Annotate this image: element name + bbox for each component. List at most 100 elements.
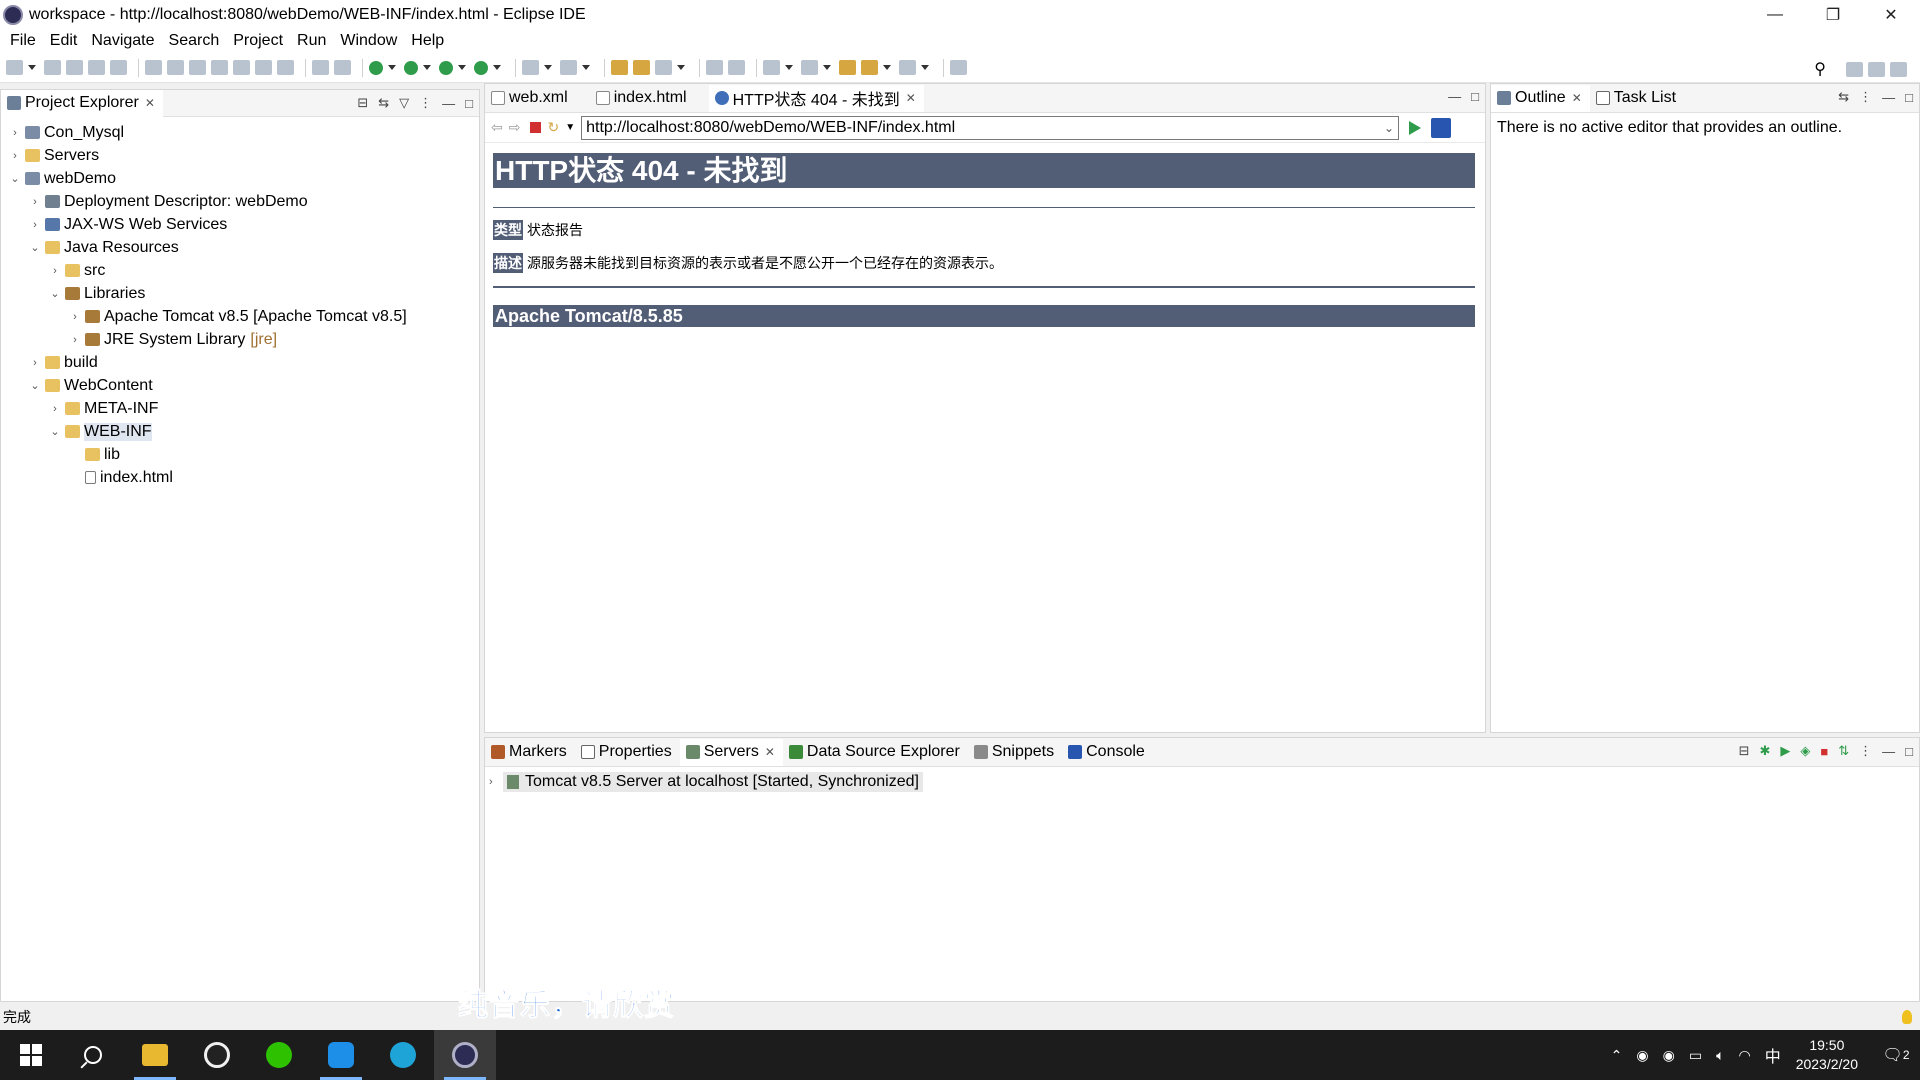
forward-icon[interactable]: ⇨ (509, 119, 521, 136)
url-input[interactable]: http://localhost:8080/webDemo/WEB-INF/in… (581, 115, 1400, 140)
close-button[interactable]: ✕ (1862, 0, 1920, 29)
chevron-down-icon[interactable] (582, 64, 590, 71)
chevron-right-icon[interactable]: › (27, 219, 43, 231)
tab-properties[interactable]: Properties (575, 739, 680, 766)
tab-console[interactable]: Console (1062, 739, 1153, 766)
chevron-right-icon[interactable]: › (47, 265, 63, 277)
lightbulb-icon[interactable] (1902, 1010, 1912, 1024)
chevron-down-icon[interactable] (921, 64, 929, 71)
taskbar-edge[interactable] (372, 1030, 434, 1080)
tree-item-webdemo[interactable]: ⌄ webDemo (1, 167, 479, 190)
menu-file[interactable]: File (3, 32, 43, 50)
taskbar-wechat[interactable] (248, 1030, 310, 1080)
close-icon[interactable]: ✕ (1572, 91, 1582, 105)
new-server-icon[interactable] (522, 60, 539, 75)
save-all-icon[interactable] (66, 60, 83, 75)
chevron-right-icon[interactable]: › (7, 150, 23, 162)
tree-item-jre-library[interactable]: › JRE System Library [jre] (1, 328, 479, 351)
search-button[interactable] (62, 1030, 124, 1080)
chevron-up-icon[interactable]: ⌃ (1611, 1047, 1623, 1064)
chevron-right-icon[interactable]: › (27, 196, 43, 208)
stop-server-icon[interactable]: ■ (1820, 744, 1828, 759)
minimize-view-icon[interactable]: — (1882, 90, 1895, 105)
open-project-icon[interactable] (633, 60, 650, 75)
tree-item-jaxws[interactable]: › JAX-WS Web Services (1, 213, 479, 236)
maximize-view-icon[interactable]: □ (1471, 89, 1479, 104)
clock[interactable]: 19:50 2023/2/20 (1796, 1036, 1858, 1074)
close-icon[interactable]: ✕ (906, 91, 916, 105)
chevron-down-icon[interactable]: ⌄ (47, 287, 63, 300)
suspend-icon[interactable] (167, 60, 184, 75)
refresh-icon[interactable]: ↻ (547, 119, 559, 136)
external-browser-icon[interactable] (1431, 117, 1452, 138)
collapse-all-icon[interactable]: ⊟ (1739, 743, 1750, 759)
open-type-icon[interactable] (312, 60, 329, 75)
external-tools-icon[interactable] (474, 60, 488, 75)
chevron-right-icon[interactable]: › (7, 127, 23, 139)
view-menu-icon[interactable]: ⋮ (419, 95, 432, 111)
collapse-all-icon[interactable]: ⊟ (357, 95, 368, 111)
chevron-right-icon[interactable]: › (47, 403, 63, 415)
step-over-icon[interactable] (255, 60, 272, 75)
maximize-view-icon[interactable]: □ (1905, 90, 1913, 105)
terminal-icon[interactable] (88, 60, 105, 75)
close-icon[interactable]: ✕ (145, 96, 155, 110)
step-into-icon[interactable] (233, 60, 250, 75)
minimize-view-icon[interactable]: — (442, 96, 455, 111)
chevron-down-icon[interactable] (823, 64, 831, 71)
prev-annotation-icon[interactable] (801, 60, 818, 75)
new-icon[interactable] (6, 60, 23, 75)
chevron-down-icon[interactable]: ⌄ (7, 172, 23, 185)
menu-window[interactable]: Window (333, 32, 404, 50)
forward-icon[interactable] (899, 60, 916, 75)
tree-item-index-html[interactable]: index.html (1, 466, 479, 489)
chevron-down-icon[interactable] (493, 64, 501, 71)
tree-item-apache-tomcat[interactable]: › Apache Tomcat v8.5 [Apache Tomcat v8.5… (1, 305, 479, 328)
terminate-icon[interactable] (189, 60, 206, 75)
taskbar-kugou[interactable] (310, 1030, 372, 1080)
search-tools-icon[interactable] (655, 60, 672, 75)
chevron-right-icon[interactable]: › (27, 357, 43, 369)
volume-icon[interactable]: 🔈︎ (1716, 1047, 1724, 1064)
link-editor-icon[interactable]: ⇆ (378, 95, 389, 111)
stop-icon[interactable] (530, 122, 542, 133)
save-icon[interactable] (44, 60, 61, 75)
resume-icon[interactable] (145, 60, 162, 75)
chevron-down-icon[interactable] (423, 64, 431, 71)
debug-server-icon[interactable]: ✱ (1759, 743, 1770, 759)
ime-indicator[interactable]: 中 (1765, 1043, 1781, 1067)
start-server-icon[interactable]: ▶ (1780, 743, 1790, 759)
last-edit-icon[interactable] (839, 60, 856, 75)
tab-task-list[interactable]: Task List (1590, 85, 1684, 112)
step-return-icon[interactable] (277, 60, 294, 75)
go-icon[interactable] (1409, 120, 1422, 135)
skip-breakpoints-icon[interactable] (110, 60, 127, 75)
run-icon[interactable] (404, 60, 418, 75)
maximize-view-icon[interactable]: □ (1905, 744, 1913, 759)
minimize-view-icon[interactable]: — (1882, 744, 1895, 759)
menu-run[interactable]: Run (290, 32, 333, 50)
pin-editor-icon[interactable] (950, 60, 967, 75)
chevron-down-icon[interactable]: ⌄ (47, 425, 63, 438)
tab-data-source-explorer[interactable]: Data Source Explorer (783, 739, 968, 766)
server-item-tomcat[interactable]: › Tomcat v8.5 Server at localhost [Start… (485, 770, 1919, 793)
start-button[interactable] (0, 1030, 62, 1080)
menu-navigate[interactable]: Navigate (84, 32, 161, 50)
coverage-icon[interactable] (439, 60, 453, 75)
minimize-button[interactable]: — (1746, 0, 1804, 29)
chevron-down-icon[interactable] (458, 64, 466, 71)
tab-web-xml[interactable]: web.xml (485, 85, 576, 112)
chevron-down-icon[interactable]: ▼ (565, 122, 575, 133)
open-perspective-icon[interactable] (1846, 61, 1863, 77)
tab-outline[interactable]: Outline ✕ (1491, 84, 1590, 112)
tree-item-con-mysql[interactable]: › Con_Mysql (1, 121, 479, 144)
restore-button[interactable]: ❐ (1804, 0, 1862, 29)
debug-icon[interactable] (369, 60, 383, 75)
wifi-icon[interactable]: ◠ (1738, 1047, 1750, 1064)
publish-icon[interactable]: ⇅ (1838, 743, 1849, 759)
tree-item-build[interactable]: › build (1, 351, 479, 374)
taskbar-file-explorer[interactable] (124, 1030, 186, 1080)
menu-edit[interactable]: Edit (43, 32, 85, 50)
web-browser-icon[interactable] (706, 60, 723, 75)
view-menu-icon[interactable]: ⋮ (1859, 89, 1872, 105)
